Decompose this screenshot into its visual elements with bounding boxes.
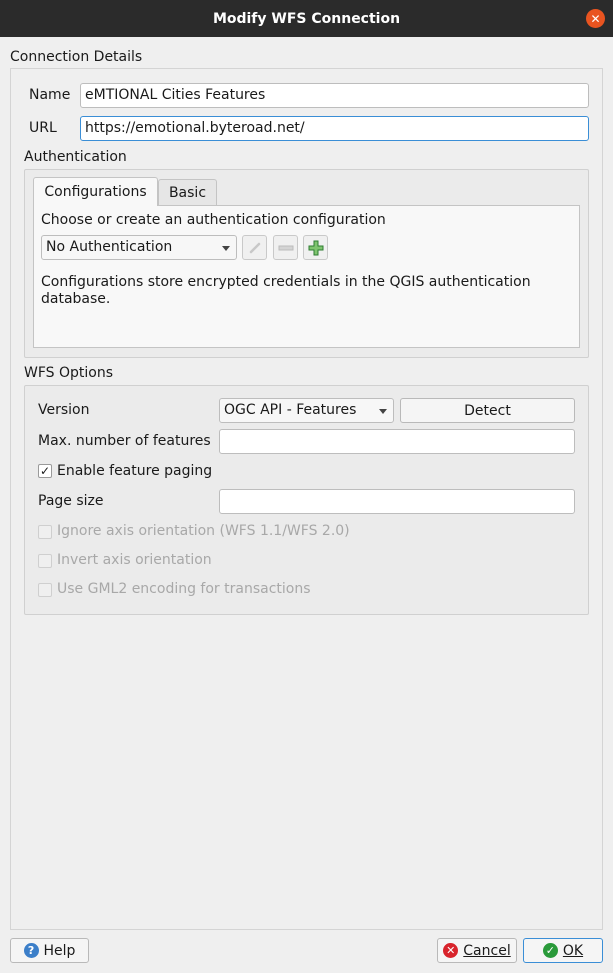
- ok-button[interactable]: ✓ OK: [523, 938, 603, 963]
- add-config-button[interactable]: [303, 235, 328, 260]
- help-glyph: ?: [27, 944, 35, 957]
- wfs-options-label: WFS Options: [24, 365, 114, 381]
- version-label: Version: [38, 402, 90, 418]
- ok-glyph: ✓: [545, 944, 555, 957]
- ok-icon: ✓: [542, 943, 558, 958]
- enable-paging-label: Enable feature paging: [57, 463, 213, 479]
- authentication-label: Authentication: [24, 149, 127, 165]
- max-features-label: Max. number of features: [38, 433, 211, 449]
- tab-configurations-label: Configurations: [44, 184, 147, 200]
- chevron-down-icon: [222, 246, 230, 251]
- cancel-button[interactable]: ✕ Cancel: [437, 938, 517, 963]
- title-bar: Modify WFS Connection ✕: [0, 0, 613, 37]
- detect-button[interactable]: Detect: [400, 398, 575, 423]
- tab-basic[interactable]: Basic: [158, 179, 217, 206]
- version-value: OGC API - Features: [224, 402, 357, 418]
- window-title: Modify WFS Connection: [212, 10, 401, 27]
- tab-basic-label: Basic: [168, 185, 207, 201]
- plus-icon: [308, 240, 323, 255]
- ok-label: OK: [562, 942, 584, 959]
- url-input[interactable]: https://emotional.byteroad.net/: [80, 116, 589, 141]
- page-size-label: Page size: [38, 493, 104, 509]
- max-features-input[interactable]: [219, 429, 575, 454]
- name-input[interactable]: eMTIONAL Cities Features: [80, 83, 589, 108]
- enable-paging-checkbox[interactable]: ✓: [38, 464, 52, 478]
- invert-axis-label: Invert axis orientation: [57, 552, 212, 568]
- gml2-encoding-checkbox[interactable]: [38, 583, 52, 597]
- cancel-glyph: ✕: [446, 944, 456, 957]
- help-icon: ?: [23, 943, 39, 958]
- chevron-down-icon: [379, 409, 387, 414]
- auth-config-select[interactable]: No Authentication: [41, 235, 237, 260]
- ignore-axis-checkbox[interactable]: [38, 525, 52, 539]
- minus-icon: [278, 245, 293, 250]
- cancel-label: Cancel: [463, 942, 511, 959]
- auth-config-value: No Authentication: [46, 239, 173, 255]
- name-label: Name: [29, 87, 71, 103]
- help-label: Help: [43, 942, 76, 959]
- url-label: URL: [29, 120, 57, 136]
- help-button[interactable]: ? Help: [10, 938, 89, 963]
- close-icon[interactable]: ✕: [586, 9, 605, 28]
- checkmark-icon: ✓: [39, 464, 51, 478]
- choose-config-label: Choose or create an authentication confi…: [41, 212, 386, 228]
- version-select[interactable]: OGC API - Features: [219, 398, 394, 423]
- tab-configurations[interactable]: Configurations: [33, 177, 158, 206]
- detect-label: Detect: [464, 402, 511, 419]
- cancel-icon: ✕: [443, 943, 459, 958]
- close-glyph: ✕: [590, 11, 601, 26]
- ignore-axis-label: Ignore axis orientation (WFS 1.1/WFS 2.0…: [57, 523, 350, 539]
- auth-info-text: Configurations store encrypted credentia…: [41, 274, 531, 307]
- remove-config-button[interactable]: [273, 235, 298, 260]
- invert-axis-checkbox[interactable]: [38, 554, 52, 568]
- connection-details-label: Connection Details: [10, 49, 143, 65]
- edit-config-button[interactable]: [242, 235, 267, 260]
- page-size-input[interactable]: [219, 489, 575, 514]
- gml2-encoding-label: Use GML2 encoding for transactions: [57, 581, 311, 597]
- pencil-icon: [249, 242, 260, 253]
